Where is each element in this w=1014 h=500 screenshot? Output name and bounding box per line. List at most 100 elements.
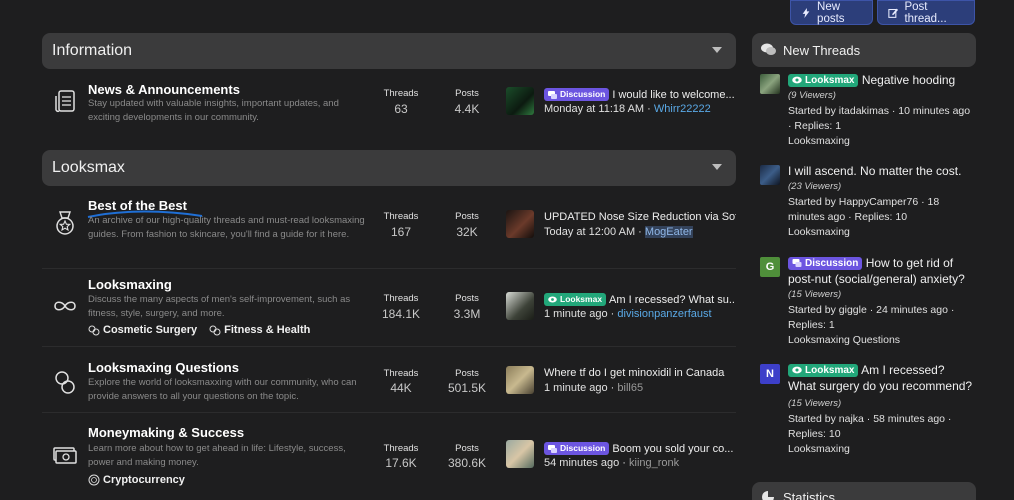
threads-label: Threads (383, 443, 419, 454)
last-post-date[interactable]: Today at 12:00 AM (544, 226, 635, 238)
posts-count: 3.3M (453, 307, 481, 321)
avatar[interactable]: N (760, 364, 780, 384)
thread-forum-link[interactable]: Looksmaxing (788, 225, 974, 240)
bubbles-icon (55, 371, 75, 394)
pie-chart-icon (762, 491, 774, 500)
sidebar-thread-text: Looksmax Am I recessed? What surgery do … (788, 362, 974, 457)
sidebar-thread-text: Looksmax Negative hooding (9 Viewers) St… (788, 72, 974, 149)
last-post-title[interactable]: Looksmax Am I recessed? What su... (544, 293, 736, 306)
forum-description: Explore the world of looksmaxxing with o… (88, 377, 357, 402)
viewers-count: (9 Viewers) (788, 90, 836, 101)
posts-label: Posts (455, 88, 479, 99)
threads-label: Threads (383, 88, 419, 99)
last-post-title[interactable]: Discussion I would like to welcome... (544, 88, 736, 101)
row-divider (42, 412, 736, 413)
forum-title[interactable]: Looksmaxing Questions (88, 360, 239, 375)
chat-icon (548, 90, 557, 99)
last-post-date[interactable]: 1 minute ago (544, 382, 608, 394)
subforum-fitness-health[interactable]: Fitness & Health (209, 324, 310, 336)
last-post-date[interactable]: 54 minutes ago (544, 457, 619, 469)
last-post-user[interactable]: MogEater (644, 226, 693, 238)
sidebar-thread-title[interactable]: Looksmax Am I recessed? What surgery do … (788, 362, 974, 412)
money-icon (53, 447, 77, 464)
subforum-icon (209, 325, 221, 335)
statistics-header: Statistics (752, 482, 976, 500)
thread-meta: Started by itadakimas · 10 minutes ago ·… (788, 105, 971, 132)
last-post-title-text: Boom you sold your co... (612, 442, 734, 455)
thread-meta: Started by giggle · 24 minutes ago · Rep… (788, 304, 955, 331)
last-post-meta: 54 minutes ago · kiing_ronk (544, 457, 680, 469)
last-post-title-text: UPDATED Nose Size Reduction via Sof... (544, 211, 736, 223)
last-post-date[interactable]: Monday at 11:18 AM (544, 103, 644, 115)
eye-icon (792, 76, 802, 84)
looksmax-badge: Looksmax (544, 293, 607, 306)
chevron-down-icon[interactable] (712, 47, 722, 53)
avatar[interactable] (760, 74, 780, 94)
new-posts-label: New posts (817, 0, 845, 25)
forum-title[interactable]: News & Announcements (88, 82, 240, 97)
posts-count: 4.4K (454, 102, 480, 116)
post-thread-label: Post thread... (904, 0, 947, 25)
avatar[interactable]: G (760, 257, 780, 277)
sidebar-thread-title[interactable]: Discussion How to get rid of post-nut (s… (788, 255, 974, 287)
last-post-meta: Monday at 11:18 AM · Whirr22222 (544, 103, 711, 115)
threads-count: 167 (390, 225, 412, 239)
looksmax-badge: Looksmax (788, 363, 859, 377)
comments-icon (761, 43, 776, 55)
thread-forum-link[interactable]: Looksmaxing (788, 442, 974, 457)
category-looksmax-header[interactable]: Looksmax (42, 150, 736, 186)
discussion-badge: Discussion (788, 256, 863, 270)
last-post-user[interactable]: kiing_ronk (629, 457, 679, 469)
posts-label: Posts (455, 443, 479, 454)
new-posts-button[interactable]: New posts (790, 0, 873, 25)
eye-icon (792, 366, 802, 374)
thread-forum-link[interactable]: Looksmaxing Questions (788, 333, 974, 348)
forum-row-looksmaxing-questions: Looksmaxing Questions Explore the world … (42, 352, 736, 412)
forum-title[interactable]: Moneymaking & Success (88, 425, 244, 440)
subforum-cryptocurrency[interactable]: Cryptocurrency (88, 474, 185, 486)
thread-meta: Started by najka · 58 minutes ago · Repl… (788, 413, 952, 440)
last-post-user[interactable]: Whirr22222 (654, 103, 711, 115)
sidebar-thread-text: I will ascend. No matter the cost. (23 V… (788, 163, 974, 240)
posts-label: Posts (455, 293, 479, 304)
avatar[interactable] (506, 366, 534, 394)
looksmax-badge: Looksmax (788, 73, 859, 87)
new-threads-header: New Threads (752, 33, 976, 67)
medal-icon (56, 211, 74, 235)
document-icon (55, 90, 75, 113)
row-divider (42, 346, 736, 347)
chevron-down-icon[interactable] (712, 164, 722, 170)
chat-icon (792, 259, 802, 267)
avatar[interactable] (506, 440, 534, 468)
threads-count: 63 (394, 102, 408, 116)
thread-forum-link[interactable]: Looksmaxing (788, 134, 974, 149)
subforum-icon (88, 325, 100, 335)
last-post-title-text: I would like to welcome... (612, 88, 735, 101)
avatar[interactable] (506, 292, 534, 320)
threads-label: Threads (383, 293, 419, 304)
last-post-meta: 1 minute ago · divisionpanzerfaust (544, 308, 712, 320)
last-post-date[interactable]: 1 minute ago (544, 308, 608, 320)
post-thread-button[interactable]: Post thread... (877, 0, 975, 25)
forum-row-news: News & Announcements Stay updated with v… (42, 78, 736, 142)
last-post-title[interactable]: UPDATED Nose Size Reduction via Sof... (544, 211, 736, 223)
sidebar-thread-title[interactable]: I will ascend. No matter the cost. (788, 163, 974, 179)
last-post-user[interactable]: bill65 (617, 382, 643, 394)
category-information-header[interactable]: Information (42, 33, 736, 69)
last-post-title[interactable]: Where tf do I get minoxidil in Canada (544, 367, 736, 379)
avatar[interactable] (506, 210, 534, 238)
chat-icon (548, 444, 557, 453)
posts-count: 32K (456, 225, 478, 239)
subforum-cosmetic-surgery[interactable]: Cosmetic Surgery (88, 324, 197, 336)
last-post-user[interactable]: divisionpanzerfaust (617, 308, 711, 320)
viewers-count: (15 Viewers) (788, 398, 842, 409)
avatar[interactable] (506, 87, 534, 115)
threads-count: 44K (390, 381, 412, 395)
forum-description: Discuss the many aspects of men's self-i… (88, 294, 351, 319)
viewers-count: (23 Viewers) (788, 181, 842, 192)
last-post-title[interactable]: Discussion Boom you sold your co... (544, 442, 736, 455)
forum-title[interactable]: Looksmaxing (88, 277, 172, 292)
sidebar-thread-title[interactable]: Looksmax Negative hooding (788, 72, 974, 88)
discussion-badge: Discussion (544, 88, 610, 101)
avatar[interactable] (760, 165, 780, 185)
